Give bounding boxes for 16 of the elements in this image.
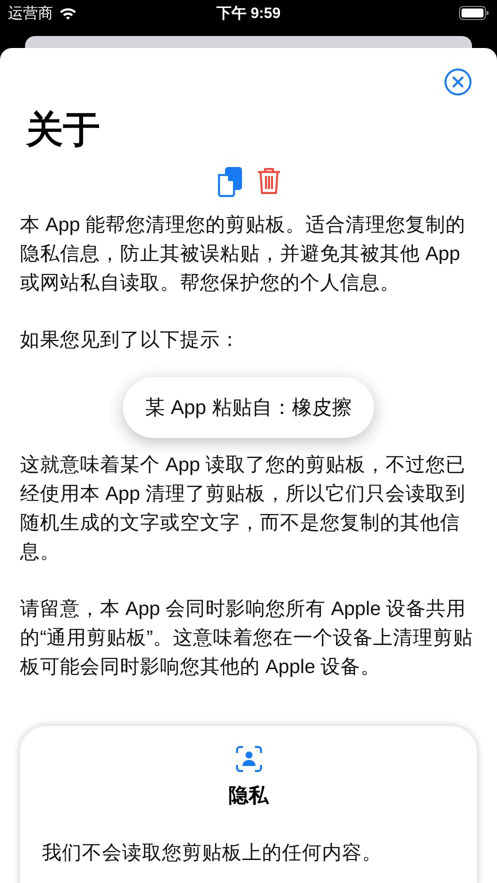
body-paragraph: 本 App 能帮您清理您的剪贴板。适合清理您复制的隐私信息，防止其被误粘贴，并避免其被其他 App 或网站私自读取。帮您保护您的个人信息。 [20, 213, 467, 296]
body-paragraph: 请留意，本 App 会同时影响您所有 Apple 设备共用的“通用剪贴板”。这意味着您在一个设备上清理剪贴板可能会同时影响您其他的 Apple 设备。 [20, 597, 474, 680]
wifi-icon [59, 6, 77, 20]
trash-icon[interactable] [256, 166, 282, 196]
sheet-title: 关于 [26, 108, 101, 152]
carrier-label: 运营商 [8, 4, 53, 22]
card-text: 我们不会读取您剪贴板上的任何内容。 [42, 841, 382, 866]
paste-notification: 某 App 粘贴自：橡皮擦 [123, 377, 374, 438]
copy-icon[interactable] [216, 166, 244, 198]
card-title: 隐私 [228, 784, 268, 809]
battery-icon [459, 6, 489, 20]
body-paragraph: 这就意味着某个 App 读取了您的剪贴板，不过您已经使用本 App 清理了剪贴板，所以它们只会读取到随机生成的文字或空文字，而不是您复制的其他信息。 [20, 453, 467, 565]
close-icon[interactable] [444, 68, 472, 96]
status-time: 下午 9:59 [216, 4, 281, 22]
person-icon [236, 746, 262, 772]
body-paragraph: 如果您见到了以下提示： [20, 328, 241, 353]
